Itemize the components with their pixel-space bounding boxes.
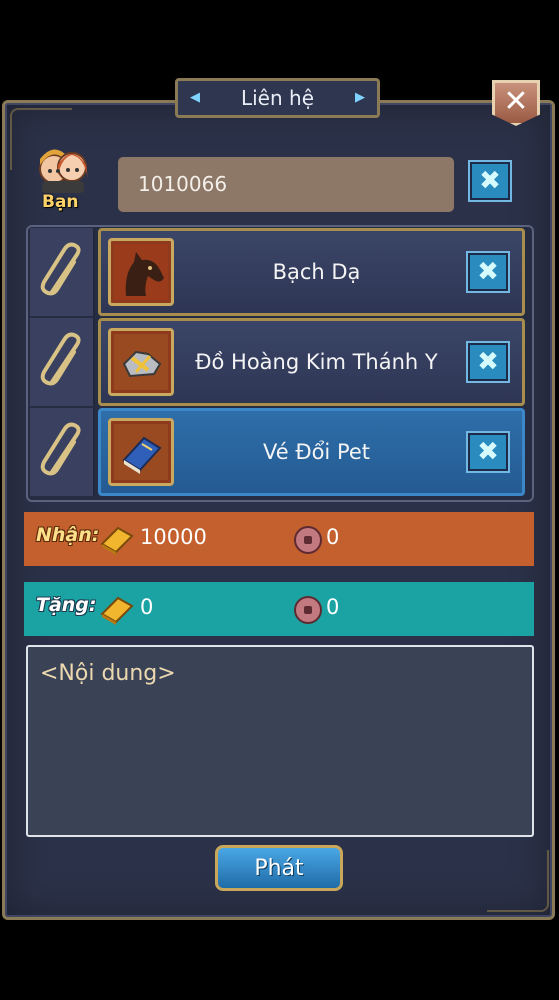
decor-corner <box>487 850 549 912</box>
receive-bar: Nhận: 10000 0 <box>24 512 534 566</box>
give-gold-value[interactable]: 0 <box>140 595 153 619</box>
right-arrow-icon: ▶ <box>355 90 365 105</box>
paperclip-icon <box>40 422 81 476</box>
friend-label: Bạn <box>42 192 79 212</box>
horse-icon <box>108 238 174 306</box>
receive-gold-value: 10000 <box>140 525 207 549</box>
close-icon: ✖ <box>477 347 499 377</box>
coin-icon <box>294 526 322 554</box>
give-coin-value[interactable]: 0 <box>326 595 339 619</box>
attachment-row[interactable]: Đồ Hoàng Kim Thánh Y ✖ <box>98 318 525 406</box>
close-icon: ✖ <box>477 437 499 467</box>
remove-attachment-button[interactable]: ✖ <box>468 253 508 291</box>
left-arrow-icon: ◀ <box>190 90 200 105</box>
paperclip-icon <box>40 242 81 296</box>
close-icon: ✖ <box>477 257 499 287</box>
attachment-name: Đồ Hoàng Kim Thánh Y <box>195 350 438 374</box>
give-label: Tặng: <box>36 594 97 616</box>
give-bar: Tặng: 0 0 <box>24 582 534 636</box>
attachment-row[interactable]: Bạch Dạ ✖ <box>98 228 525 316</box>
paperclip-icon <box>40 332 81 386</box>
receive-coin-value: 0 <box>326 525 340 549</box>
recipient-input[interactable]: 1010066 <box>118 157 454 212</box>
content-placeholder: <Nội dung> <box>40 661 176 686</box>
send-button[interactable]: Phát <box>215 845 343 891</box>
attachment-slot-1[interactable] <box>30 228 95 316</box>
attachment-slot-3[interactable] <box>30 408 95 496</box>
close-icon: ✕ <box>503 84 529 119</box>
remove-attachment-button[interactable]: ✖ <box>468 433 508 471</box>
attachment-name: Vé Đổi Pet <box>262 440 371 464</box>
gold-ingot-icon[interactable] <box>98 592 134 626</box>
attachment-row[interactable]: Vé Đổi Pet ✖ <box>98 408 525 496</box>
gold-ingot-icon <box>100 526 134 555</box>
remove-attachment-button[interactable]: ✖ <box>468 343 508 381</box>
window-title: Liên hệ <box>240 86 315 110</box>
close-icon: ✖ <box>479 166 501 196</box>
receive-label: Nhận: <box>36 524 100 546</box>
book-icon <box>108 418 174 486</box>
clear-recipient-button[interactable]: ✖ <box>470 162 510 200</box>
attachment-slot-2[interactable] <box>30 318 95 406</box>
attachment-name: Bạch Dạ <box>272 260 361 284</box>
message-content-field[interactable]: <Nội dung> <box>26 645 534 837</box>
window-title-tab: ◀ Liên hệ ▶ <box>175 78 380 118</box>
armor-icon <box>108 328 174 396</box>
coin-icon[interactable] <box>294 596 322 624</box>
